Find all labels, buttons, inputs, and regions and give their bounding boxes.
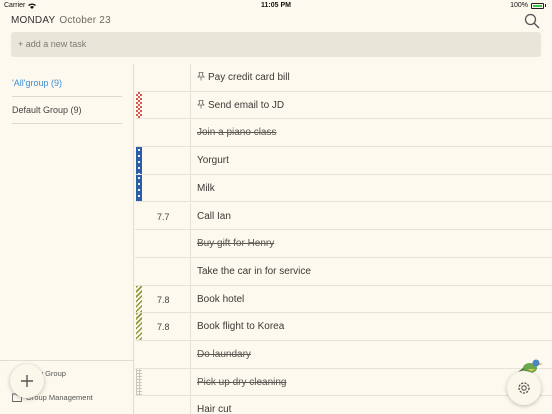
color-tag [136,174,142,202]
task-row[interactable]: Do laundary [135,341,552,369]
task-title-text: Buy gift for Henry [197,238,275,250]
task-row[interactable]: Hair cut [135,396,552,414]
task-title-text: Do laundary [197,349,251,360]
task-row[interactable]: Send email to JD [135,91,552,120]
task-title-text: Take the car in for service [197,265,311,277]
task-row[interactable]: 7.8 Book hotel [135,285,552,314]
color-tag [136,147,142,174]
month-day: October 23 [59,15,111,26]
task-title-text: Book flight to Korea [197,321,285,333]
task-meta-cell [135,147,191,174]
task-title: Book hotel [197,294,244,305]
task-title: Buy gift for Henry [197,238,274,249]
task-title: Call Ian [197,211,231,222]
task-meta-cell: 7.8 [135,313,191,340]
task-date: 7.7 [157,211,170,222]
battery-indicator: 100% [510,2,546,9]
battery-percent: 100% [510,2,528,9]
task-meta-cell [135,91,191,119]
weekday: MONDAY [11,15,56,26]
task-meta-cell [135,64,191,91]
task-meta-cell [135,341,191,368]
task-row[interactable]: Buy gift for Henry [135,230,552,258]
task-title: Join a piano class [197,127,277,138]
task-title-text: Pay credit card bill [208,72,290,83]
task-row[interactable]: Pick up dry cleaning [135,368,552,397]
pin-icon [197,72,205,83]
battery-icon [531,2,544,9]
plus-icon [21,375,33,387]
pin-icon [197,99,205,111]
task-row[interactable]: 7.7 Call Ian [135,202,552,231]
task-title-text: Hair cut [197,404,232,414]
task-date: 7.8 [157,294,170,305]
add-group-button[interactable] [10,364,44,398]
group-all[interactable]: 'All'group (9) [12,78,62,89]
task-meta-cell [135,368,191,396]
task-meta-cell [135,174,191,202]
task-title-text: Send email to JD [208,99,285,111]
task-title-text: Milk [197,182,215,194]
settings-button[interactable] [507,371,541,405]
status-bar: Carrier 11:05 PM 100% [0,0,552,12]
task-row[interactable]: Take the car in for service [135,257,552,286]
color-tag [136,313,142,340]
search-icon[interactable] [524,13,540,29]
task-title: Milk [197,183,215,194]
task-title: Pay credit card bill [197,72,290,83]
task-meta-cell: 7.7 [135,202,191,230]
task-meta-cell [135,119,191,147]
task-title: Yorgurt [197,155,229,166]
task-meta-cell [135,230,191,257]
task-title: Send email to JD [197,100,284,111]
task-title: Take the car in for service [197,266,311,277]
task-meta-cell: 7.8 [135,285,191,313]
task-title: Pick up dry cleaning [197,377,287,388]
task-meta-cell [135,257,191,285]
gear-icon [518,382,530,394]
task-date: 7.8 [157,322,170,333]
task-title: Book flight to Korea [197,321,284,332]
date-label: MONDAY October 23 [11,15,111,26]
color-tag [136,285,142,313]
task-row[interactable]: Join a piano class [135,119,552,148]
task-row[interactable]: 7.8 Book flight to Korea [135,313,552,341]
header: MONDAY October 23 + add a new task [0,12,552,68]
task-row[interactable]: Yorgurt [135,147,552,175]
divider [12,123,122,124]
task-row[interactable]: Pay credit card bill [135,64,552,92]
task-list: Pay credit card bill Send email to JD Join… [135,64,552,414]
divider [12,96,122,97]
task-title-text: Pick up dry cleaning [197,376,287,388]
task-row[interactable]: Milk [135,174,552,203]
task-title-text: Join a piano class [197,127,277,139]
color-tag [136,91,142,119]
task-title-text: Book hotel [197,293,245,305]
task-title: Do laundary [197,349,251,360]
task-title-text: Yorgurt [197,155,229,167]
color-tag [136,368,142,396]
task-title: Hair cut [197,404,231,414]
clock: 11:05 PM [261,2,291,9]
add-task-input[interactable]: + add a new task [11,32,541,57]
task-title-text: Call Ian [197,210,231,222]
group-default[interactable]: Default Group (9) [12,105,82,116]
task-meta-cell [135,396,191,414]
